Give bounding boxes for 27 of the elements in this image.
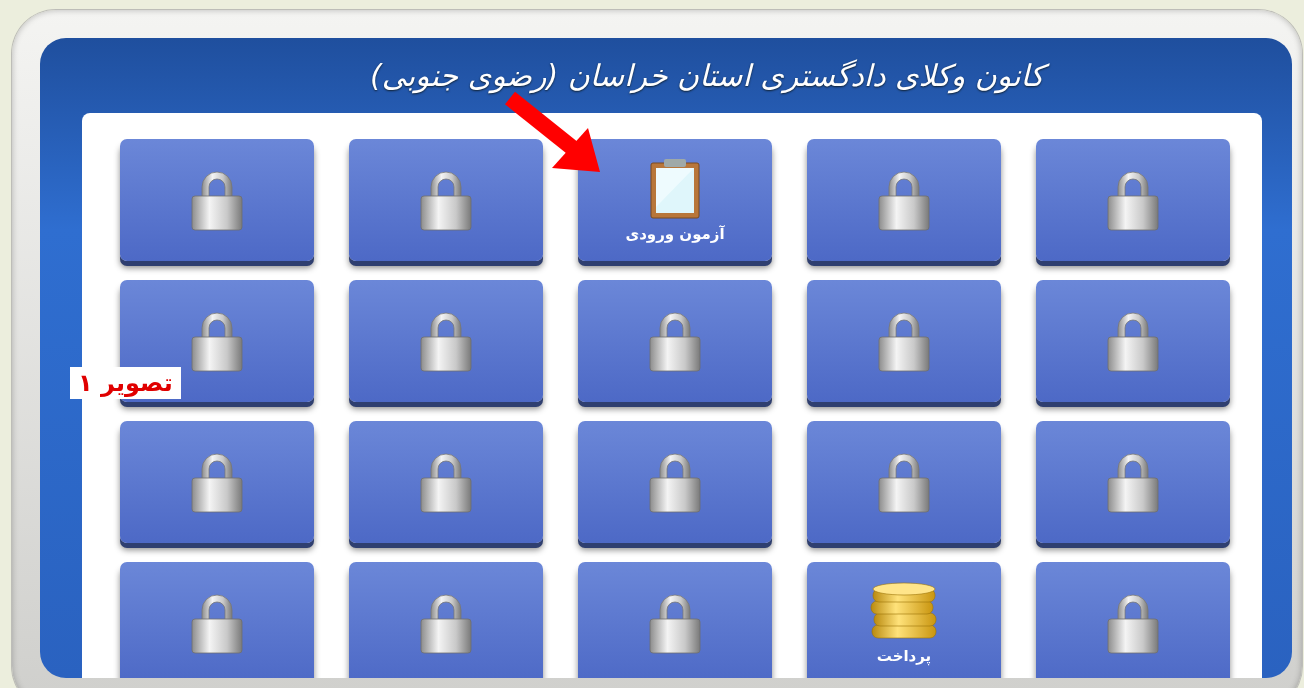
padlock-icon <box>188 451 246 513</box>
padlock-icon <box>188 310 246 372</box>
menu-tile[interactable] <box>578 562 772 678</box>
coin-stack-icon <box>868 581 940 641</box>
figure-caption: تصویر ۱ <box>70 367 181 399</box>
padlock-icon <box>188 592 246 654</box>
padlock-icon <box>417 451 475 513</box>
padlock-icon <box>1104 310 1162 372</box>
menu-tile[interactable] <box>1036 562 1230 678</box>
padlock-icon <box>417 592 475 654</box>
padlock-icon <box>1104 592 1162 654</box>
padlock-icon <box>188 169 246 231</box>
clipboard-icon <box>650 157 700 219</box>
menu-tile[interactable]: پرداخت <box>807 562 1001 678</box>
padlock-icon <box>875 169 933 231</box>
menu-tile[interactable] <box>120 562 314 678</box>
padlock-icon <box>875 451 933 513</box>
padlock-icon <box>875 310 933 372</box>
app-title: کانون وکلای دادگستری استان خراسان (رضوی جنوبی) <box>357 52 1057 99</box>
padlock-icon <box>417 310 475 372</box>
padlock-icon <box>646 592 704 654</box>
padlock-icon <box>417 169 475 231</box>
padlock-icon <box>1104 451 1162 513</box>
menu-tile[interactable] <box>349 562 543 678</box>
padlock-icon <box>1104 169 1162 231</box>
padlock-icon <box>646 310 704 372</box>
padlock-icon <box>646 451 704 513</box>
